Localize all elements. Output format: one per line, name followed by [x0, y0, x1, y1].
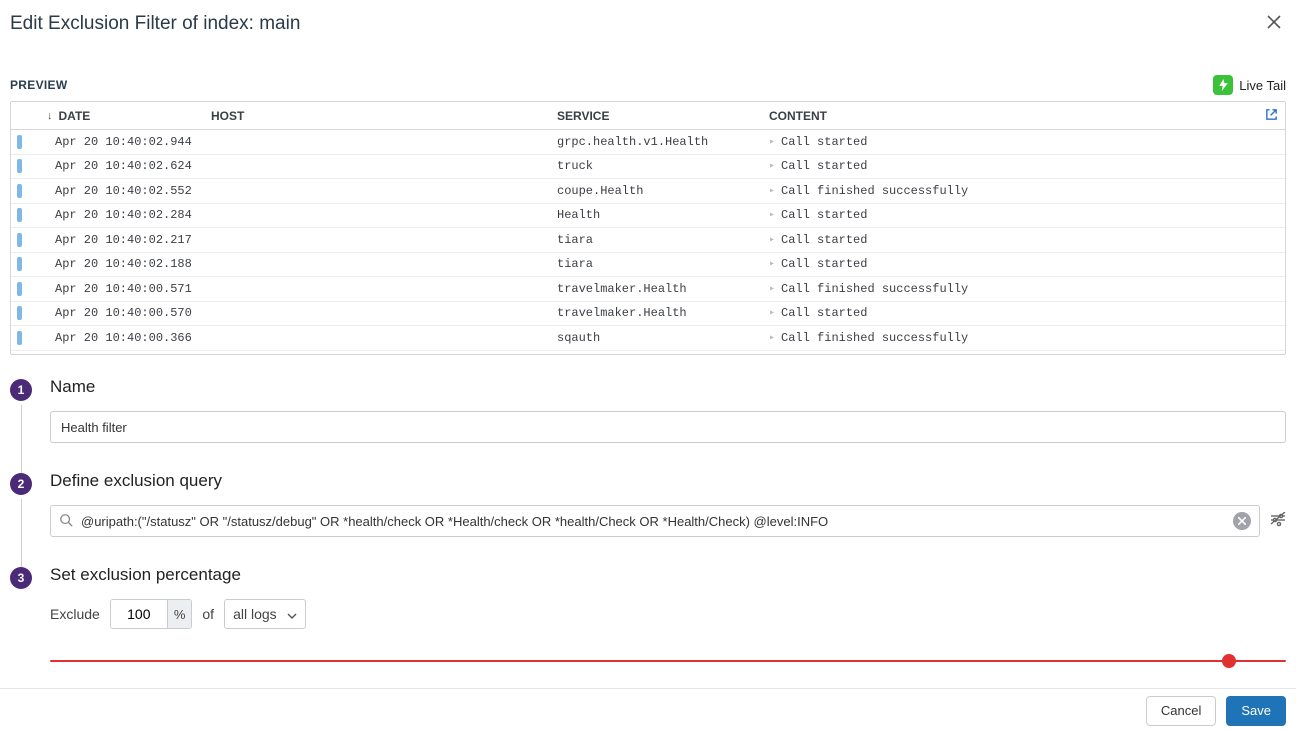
cell-content: ▸Call started [769, 208, 1257, 222]
table-row[interactable]: Apr 20 10:40:00.366 sqauth▸Call finished … [11, 326, 1285, 351]
cell-service: sqauth [557, 331, 769, 345]
status-marker [17, 306, 22, 320]
query-input[interactable] [81, 514, 1225, 529]
cell-service: tiara [557, 233, 769, 247]
exclude-label: Exclude [50, 606, 100, 622]
table-row[interactable]: Apr 20 10:40:00.571 travelmaker.Health▸Ca… [11, 277, 1285, 302]
cell-service: travelmaker.Health [557, 306, 769, 320]
slider-thumb[interactable] [1222, 654, 1236, 668]
status-marker [17, 331, 22, 345]
preview-label: PREVIEW [10, 78, 67, 92]
cancel-button[interactable]: Cancel [1146, 696, 1216, 726]
cell-service: grpc.health.v1.Health [557, 135, 769, 149]
cell-date: Apr 20 10:40:02.552 [25, 184, 211, 198]
cell-date: Apr 20 10:40:02.188 [25, 257, 211, 271]
table-row[interactable]: Apr 20 10:40:00.570 travelmaker.Health▸Ca… [11, 302, 1285, 327]
chevron-right-icon: ▸ [769, 283, 775, 295]
slider-track [50, 660, 1230, 662]
live-tail-button[interactable]: Live Tail [1213, 75, 1286, 95]
status-marker [17, 233, 22, 247]
status-marker [17, 257, 22, 271]
preview-table: ↓ DATE HOST SERVICE CONTENT Apr 20 10:40… [10, 101, 1286, 355]
cell-service: truck [557, 159, 769, 173]
cell-service: coupe.Health [557, 184, 769, 198]
step-3-title: Set exclusion percentage [50, 565, 1286, 585]
dialog-title: Edit Exclusion Filter of index: main [10, 13, 300, 35]
chevron-down-icon [287, 606, 297, 622]
status-marker [17, 159, 22, 173]
percent-suffix: % [167, 600, 192, 628]
chevron-right-icon: ▸ [769, 258, 775, 270]
table-row[interactable]: Apr 20 10:40:02.552 coupe.Health▸Call fin… [11, 179, 1285, 204]
name-input[interactable] [50, 411, 1286, 443]
cell-content: ▸Call started [769, 306, 1257, 320]
step-1-title: Name [50, 377, 1286, 397]
search-icon [59, 513, 73, 530]
step-3-badge: 3 [10, 567, 32, 589]
table-row[interactable]: Apr 20 10:40:02.188 tiara▸Call started [11, 253, 1285, 278]
query-settings-button[interactable] [1270, 512, 1286, 531]
col-host-header[interactable]: HOST [211, 109, 557, 123]
chevron-right-icon: ▸ [769, 136, 775, 148]
table-row[interactable]: Apr 20 10:40:02.944 grpc.health.v1.Health… [11, 130, 1285, 155]
chevron-right-icon: ▸ [769, 332, 775, 344]
chevron-right-icon: ▸ [769, 209, 775, 221]
step-2-title: Define exclusion query [50, 471, 1286, 491]
col-date-label: DATE [59, 109, 91, 123]
cell-date: Apr 20 10:40:02.944 [25, 135, 211, 149]
cell-service: travelmaker.Health [557, 282, 769, 296]
cell-date: Apr 20 10:40:00.571 [25, 282, 211, 296]
chevron-right-icon: ▸ [769, 185, 775, 197]
cell-content: ▸Call finished successfully [769, 331, 1257, 345]
cell-content: ▸Call started [769, 233, 1257, 247]
step-1-badge: 1 [10, 379, 32, 401]
cell-content: ▸Call started [769, 159, 1257, 173]
chevron-right-icon: ▸ [769, 234, 775, 246]
x-icon [1238, 517, 1246, 525]
chevron-right-icon: ▸ [769, 160, 775, 172]
scope-select[interactable]: all logs [224, 599, 306, 629]
status-marker [17, 135, 22, 149]
col-date-header[interactable]: ↓ DATE [25, 109, 211, 123]
cell-content: ▸Call finished successfully [769, 282, 1257, 296]
status-marker [17, 208, 22, 222]
step-2-badge: 2 [10, 473, 32, 495]
cell-service: tiara [557, 257, 769, 271]
status-marker [17, 184, 22, 198]
cell-date: Apr 20 10:40:02.217 [25, 233, 211, 247]
cell-date: Apr 20 10:40:00.366 [25, 331, 211, 345]
close-icon [1266, 14, 1282, 30]
cell-content: ▸Call finished successfully [769, 184, 1257, 198]
sort-desc-icon: ↓ [47, 110, 53, 122]
table-row[interactable]: Apr 20 10:40:02.624 truck▸Call started [11, 155, 1285, 180]
clear-query-button[interactable] [1233, 512, 1251, 530]
slider-track [1230, 660, 1286, 662]
chevron-right-icon: ▸ [769, 307, 775, 319]
scope-value: all logs [233, 606, 277, 622]
table-row[interactable]: Apr 20 10:40:02.217 tiara▸Call started [11, 228, 1285, 253]
cell-content: ▸Call started [769, 257, 1257, 271]
cell-content: ▸Call started [769, 135, 1257, 149]
cell-date: Apr 20 10:40:02.284 [25, 208, 211, 222]
table-header: ↓ DATE HOST SERVICE CONTENT [11, 102, 1285, 130]
cell-date: Apr 20 10:40:02.624 [25, 159, 211, 173]
open-external-icon[interactable] [1265, 108, 1278, 124]
col-content-header[interactable]: CONTENT [769, 109, 1257, 123]
table-row[interactable]: Apr 20 10:40:02.284 Health▸Call started [11, 204, 1285, 229]
sliders-icon [1270, 512, 1286, 528]
save-button[interactable]: Save [1226, 696, 1286, 726]
cell-date: Apr 20 10:40:00.570 [25, 306, 211, 320]
close-button[interactable] [1262, 10, 1286, 37]
cell-service: Health [557, 208, 769, 222]
bolt-icon [1213, 75, 1233, 95]
status-marker [17, 282, 22, 296]
col-service-header[interactable]: SERVICE [557, 109, 769, 123]
percentage-slider[interactable] [50, 651, 1286, 671]
live-tail-label: Live Tail [1239, 78, 1286, 93]
percentage-input[interactable] [111, 600, 167, 628]
of-label: of [202, 606, 214, 622]
